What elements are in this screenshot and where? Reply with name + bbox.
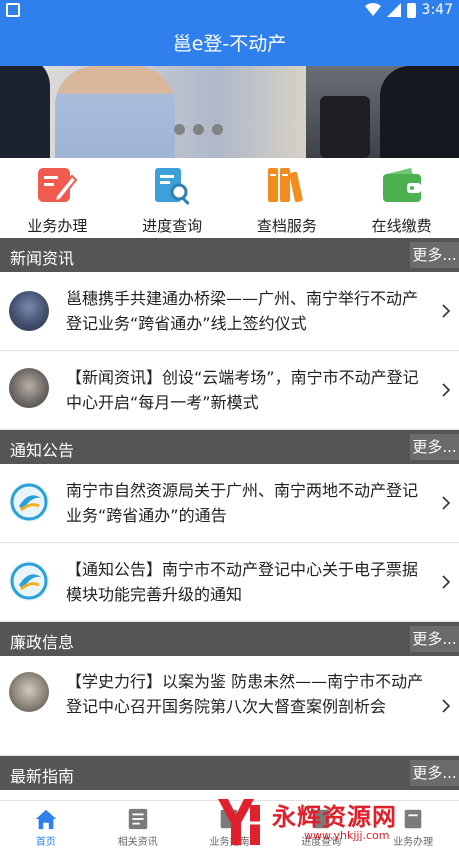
more-button[interactable]: 更多...	[410, 242, 459, 268]
quick-action-label: 业务办理	[27, 217, 88, 235]
banner-figure-left	[0, 66, 50, 158]
tab-guide[interactable]: 业务指南	[184, 801, 276, 848]
quick-actions: 业务办理 进度查询 查档服务 在线缴费	[0, 160, 459, 238]
chevron-right-icon	[442, 496, 451, 510]
section-title: 最新指南	[10, 767, 75, 786]
chevron-right-icon	[442, 383, 451, 397]
chevron-right-icon	[442, 699, 451, 713]
notice-logo-icon	[9, 561, 49, 601]
wifi-icon	[364, 3, 381, 16]
guide-icon	[221, 809, 238, 829]
section-title: 廉政信息	[10, 633, 75, 652]
progress-icon	[312, 809, 330, 829]
archive-icon	[266, 164, 308, 206]
list-item[interactable]: 【学史力行】以案为鉴 防患未然——南宁市不动产登记中心召开国务院第八次大督查案例…	[0, 656, 459, 756]
battery-icon	[406, 2, 416, 18]
more-button[interactable]: 更多...	[410, 626, 459, 652]
signal-icon	[386, 3, 401, 17]
carousel-dot[interactable]	[212, 124, 223, 135]
bottom-tab-bar: 首页 相关资讯 业务指南 进度查询 业务办理	[0, 800, 459, 848]
tab-related-news[interactable]: 相关资讯	[92, 801, 184, 848]
news-thumbnail	[9, 291, 49, 331]
tab-label: 首页	[35, 837, 56, 848]
section-header-integrity: 廉政信息 更多...	[0, 622, 459, 656]
chevron-right-icon	[442, 304, 451, 318]
search-doc-icon	[151, 164, 193, 206]
banner-chair	[320, 96, 370, 158]
section-title: 通知公告	[10, 441, 75, 460]
quick-action-label: 进度查询	[142, 217, 203, 235]
tab-progress[interactable]: 进度查询	[275, 801, 367, 848]
carousel-dot[interactable]	[174, 124, 185, 135]
tab-home[interactable]: 首页	[0, 801, 92, 848]
list-item[interactable]: 【新闻资讯】创设“云端考场”，南宁市不动产登记中心开启“每月一考”新模式	[0, 351, 459, 430]
section-title: 新闻资讯	[10, 249, 75, 268]
integrity-title: 【学史力行】以案为鉴 防患未然——南宁市不动产登记中心召开国务院第八次大督查案例…	[66, 672, 424, 716]
news-thumbnail	[9, 672, 49, 712]
wallet-icon	[381, 164, 423, 206]
quick-action-label: 在线缴费	[371, 217, 432, 235]
quick-action-business[interactable]: 业务办理	[0, 160, 115, 238]
tab-business[interactable]: 业务办理	[367, 801, 459, 848]
banner-figure-center	[55, 66, 175, 158]
quick-action-label: 查档服务	[256, 217, 317, 235]
carousel-dot[interactable]	[193, 124, 204, 135]
tab-label: 进度查询	[301, 837, 342, 848]
list-item[interactable]: 邕穗携手共建通办桥梁——广州、南宁举行不动产登记业务“跨省通办”线上签约仪式	[0, 272, 459, 351]
notice-logo-icon	[9, 482, 49, 522]
news-title: 邕穗携手共建通办桥梁——广州、南宁举行不动产登记业务“跨省通办”线上签约仪式	[66, 289, 419, 333]
notice-title: 【通知公告】南宁市不动产登记中心关于电子票据模块功能完善升级的通知	[66, 560, 419, 604]
notice-title: 南宁市自然资源局关于广州、南宁两地不动产登记业务“跨省通办”的通告	[66, 481, 419, 525]
section-header-news: 新闻资讯 更多...	[0, 238, 459, 272]
news-icon	[128, 808, 147, 830]
news-thumbnail	[9, 368, 49, 408]
home-icon	[35, 809, 57, 830]
status-bar: 3:47	[0, 0, 459, 22]
quick-action-payment[interactable]: 在线缴费	[344, 160, 459, 238]
tab-label: 业务指南	[209, 837, 250, 848]
more-button[interactable]: 更多...	[410, 760, 459, 786]
quick-action-archive[interactable]: 查档服务	[230, 160, 345, 238]
banner-figure-right	[380, 66, 459, 158]
tab-label: 相关资讯	[117, 837, 158, 848]
list-item[interactable]: 南宁市自然资源局关于广州、南宁两地不动产登记业务“跨省通办”的通告	[0, 464, 459, 543]
edit-icon	[36, 164, 78, 206]
more-button[interactable]: 更多...	[410, 434, 459, 460]
section-header-notice: 通知公告 更多...	[0, 430, 459, 464]
app-title: 邕e登-不动产	[0, 22, 459, 66]
news-title: 【新闻资讯】创设“云端考场”，南宁市不动产登记中心开启“每月一考”新模式	[66, 368, 419, 412]
status-time: 3:47	[421, 2, 453, 18]
chevron-right-icon	[442, 575, 451, 589]
carousel-indicator	[174, 124, 223, 135]
section-header-guide: 最新指南 更多...	[0, 756, 459, 790]
quick-action-progress[interactable]: 进度查询	[115, 160, 230, 238]
list-item[interactable]: 【通知公告】南宁市不动产登记中心关于电子票据模块功能完善升级的通知	[0, 543, 459, 622]
banner-carousel[interactable]	[0, 66, 459, 158]
business-icon	[404, 809, 422, 829]
tab-label: 业务办理	[393, 837, 434, 848]
notification-icon	[6, 3, 20, 17]
